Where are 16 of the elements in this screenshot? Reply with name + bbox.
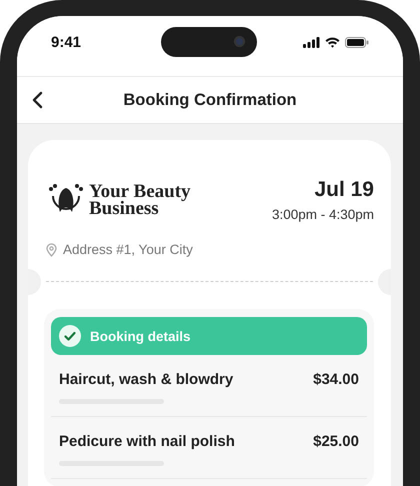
booking-date: Jul 19	[313, 178, 374, 202]
service-price: $34.00	[313, 371, 359, 388]
service-name: Pedicure with nail polish	[59, 433, 235, 450]
details-title: Booking details	[90, 328, 191, 344]
status-time: 9:41	[51, 34, 82, 50]
business-name: Your Beauty Business	[89, 183, 192, 217]
wifi-icon	[325, 36, 340, 48]
service-name: Haircut, wash & blowdry	[59, 371, 234, 388]
business-address: Address #1, Your City	[63, 242, 193, 257]
page-title: Booking Confirmation	[123, 90, 297, 110]
back-icon[interactable]	[31, 91, 45, 109]
location-pin-icon	[46, 242, 57, 256]
battery-icon	[345, 36, 369, 48]
service-price: $25.00	[313, 433, 359, 450]
booking-time: 3:00pm - 4:30pm	[272, 207, 374, 222]
signal-icon	[303, 36, 320, 48]
